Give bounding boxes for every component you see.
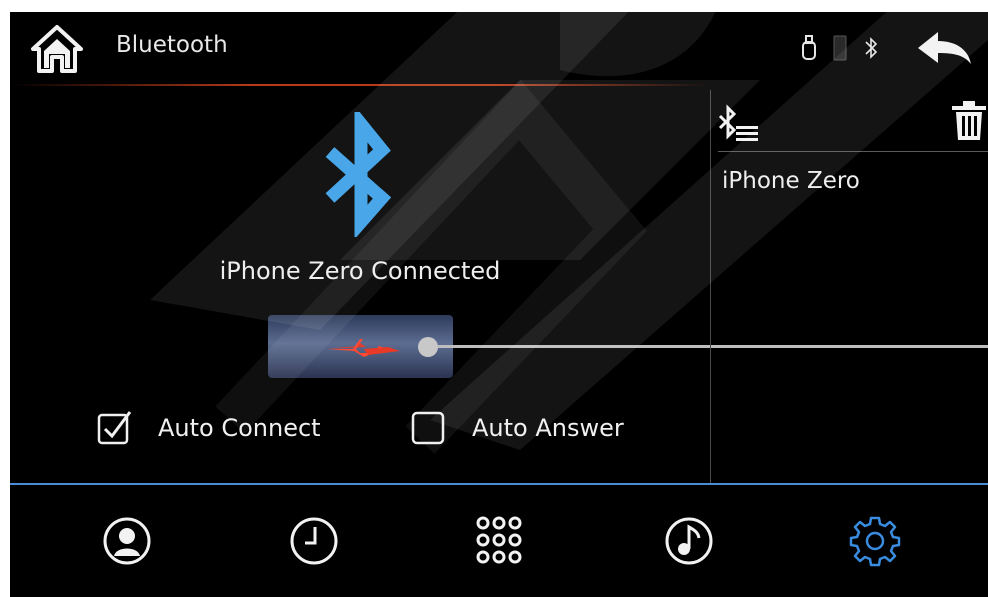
home-icon[interactable]	[30, 24, 84, 74]
bluetooth-connected-icon	[325, 112, 392, 237]
auto-connect-checkbox[interactable]	[96, 410, 132, 446]
page-title: Bluetooth	[116, 32, 228, 58]
bottom-divider	[10, 483, 988, 485]
music-icon	[665, 517, 713, 565]
tab-call-history[interactable]	[283, 510, 345, 572]
slider-handle[interactable]	[418, 337, 438, 357]
connection-status: iPhone Zero Connected	[219, 257, 501, 285]
back-icon[interactable]	[916, 28, 974, 68]
bluetooth-icon	[865, 37, 878, 59]
bluetooth-screen: Bluetooth iPhone Zero Connected Auto Con…	[10, 12, 988, 597]
dialpad-icon	[476, 516, 522, 564]
top-bar: Bluetooth	[10, 12, 988, 84]
trash-icon[interactable]	[950, 100, 988, 142]
clock-icon	[290, 517, 338, 565]
tab-settings[interactable]	[844, 510, 906, 572]
tab-music[interactable]	[658, 510, 720, 572]
list-header-divider	[718, 151, 988, 152]
auto-answer-label: Auto Answer	[472, 414, 624, 442]
status-icons	[800, 28, 974, 68]
contact-icon	[103, 517, 151, 565]
tab-contacts[interactable]	[96, 510, 158, 572]
phone-icon	[833, 35, 847, 61]
usb-icon	[802, 35, 816, 60]
auto-connect-label: Auto Connect	[158, 414, 321, 442]
paired-device-item[interactable]: iPhone Zero	[722, 168, 860, 194]
auto-answer-checkbox[interactable]	[410, 410, 446, 446]
header-divider	[10, 84, 710, 86]
panel-divider	[710, 90, 711, 483]
bluetooth-list-icon[interactable]	[718, 104, 760, 144]
gear-icon	[849, 516, 901, 567]
slider-track[interactable]	[438, 345, 988, 348]
tab-dialpad[interactable]	[468, 510, 530, 572]
